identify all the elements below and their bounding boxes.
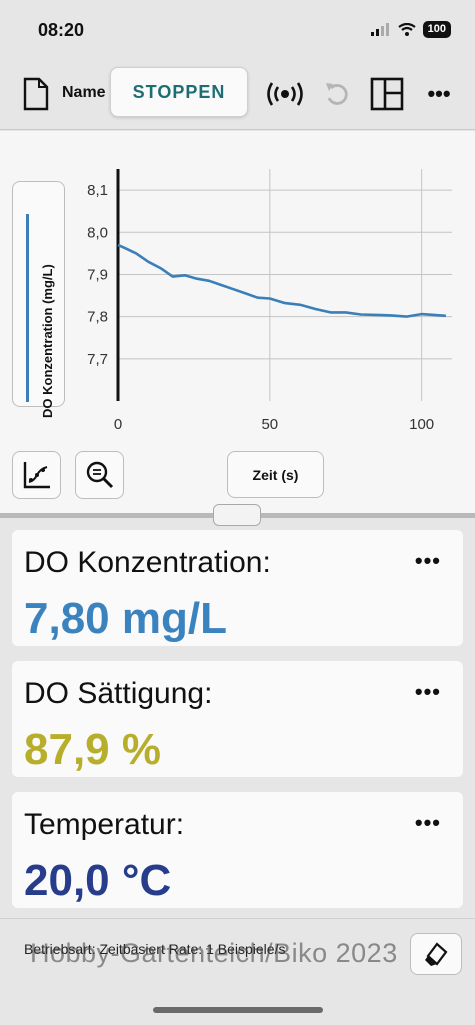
x-tick-label: 100 [409, 416, 434, 433]
stop-button[interactable]: STOPPEN [110, 67, 248, 117]
sensor-icon[interactable] [264, 58, 306, 130]
y-tick-label: 8,0 [87, 224, 108, 241]
more-icon[interactable]: ••• [422, 58, 456, 130]
meter-more-icon[interactable]: ••• [415, 548, 441, 574]
meter-label: DO Sättigung: [24, 677, 213, 710]
chart-series [117, 243, 446, 318]
wifi-icon [397, 23, 416, 36]
y-axis-series-color [26, 214, 29, 402]
battery-indicator: 100 [422, 21, 451, 38]
x-tick-label: 0 [114, 416, 122, 433]
y-tick-label: 7,8 [87, 309, 108, 326]
eraser-icon [425, 942, 448, 966]
meter-card-do-saturation: DO Sättigung: 87,9 % ••• [12, 661, 463, 777]
meter-label: DO Konzentration: [24, 546, 271, 579]
y-tick-label: 7,7 [87, 351, 108, 368]
watermark: Hobby-Gartenteich/Biko 2023 [30, 938, 398, 968]
meter-value: 87,9 % [24, 725, 161, 774]
meter-more-icon[interactable]: ••• [415, 679, 441, 705]
meter-card-do-concentration: DO Konzentration: 7,80 mg/L ••• [12, 530, 463, 646]
status-icons: 100 [370, 21, 451, 38]
status-bar: 08:20 100 [0, 0, 475, 58]
curve-fit-button[interactable] [12, 451, 61, 499]
y-axis-selector[interactable]: DO Konzentration (mg/L) [12, 181, 65, 418]
signal-icon [370, 23, 389, 36]
resize-handle[interactable] [213, 504, 261, 526]
series-line [117, 243, 446, 318]
file-icon[interactable] [20, 58, 52, 130]
meter-value: 7,80 mg/L [24, 594, 227, 643]
curve-fit-icon [23, 462, 50, 489]
y-tick-label: 8,1 [87, 182, 108, 199]
zoom-button[interactable] [75, 451, 124, 499]
name-label[interactable]: Name [62, 84, 106, 102]
line-chart[interactable]: 8,1 8,0 7,9 7,8 7,7 0 50 100 [70, 161, 460, 436]
zoom-icon [86, 461, 113, 489]
graph-panel: DO Konzentration (mg/L) 8,1 8,0 7,9 7,8 7,7 0… [0, 131, 475, 513]
y-axis-label: DO Konzentration (mg/L) [40, 264, 55, 418]
x-tick-label: 50 [261, 416, 278, 433]
home-indicator [153, 1007, 323, 1013]
chart-ticks: 8,1 8,0 7,9 7,8 7,7 0 50 100 [87, 182, 434, 433]
layout-icon[interactable] [368, 58, 406, 130]
y-tick-label: 7,9 [87, 266, 108, 283]
status-time: 08:20 [38, 20, 85, 40]
toolbar: Name STOPPEN ••• [0, 58, 475, 130]
meter-card-temperature: Temperatur: 20,0 °C ••• [12, 792, 463, 908]
meter-label: Temperatur: [24, 808, 185, 841]
undo-icon[interactable] [320, 58, 354, 130]
meter-value: 20,0 °C [24, 856, 172, 905]
eraser-button[interactable] [410, 933, 462, 975]
chart-grid [118, 169, 452, 401]
meter-more-icon[interactable]: ••• [415, 810, 441, 836]
x-axis-selector[interactable]: Zeit (s) [227, 451, 324, 498]
